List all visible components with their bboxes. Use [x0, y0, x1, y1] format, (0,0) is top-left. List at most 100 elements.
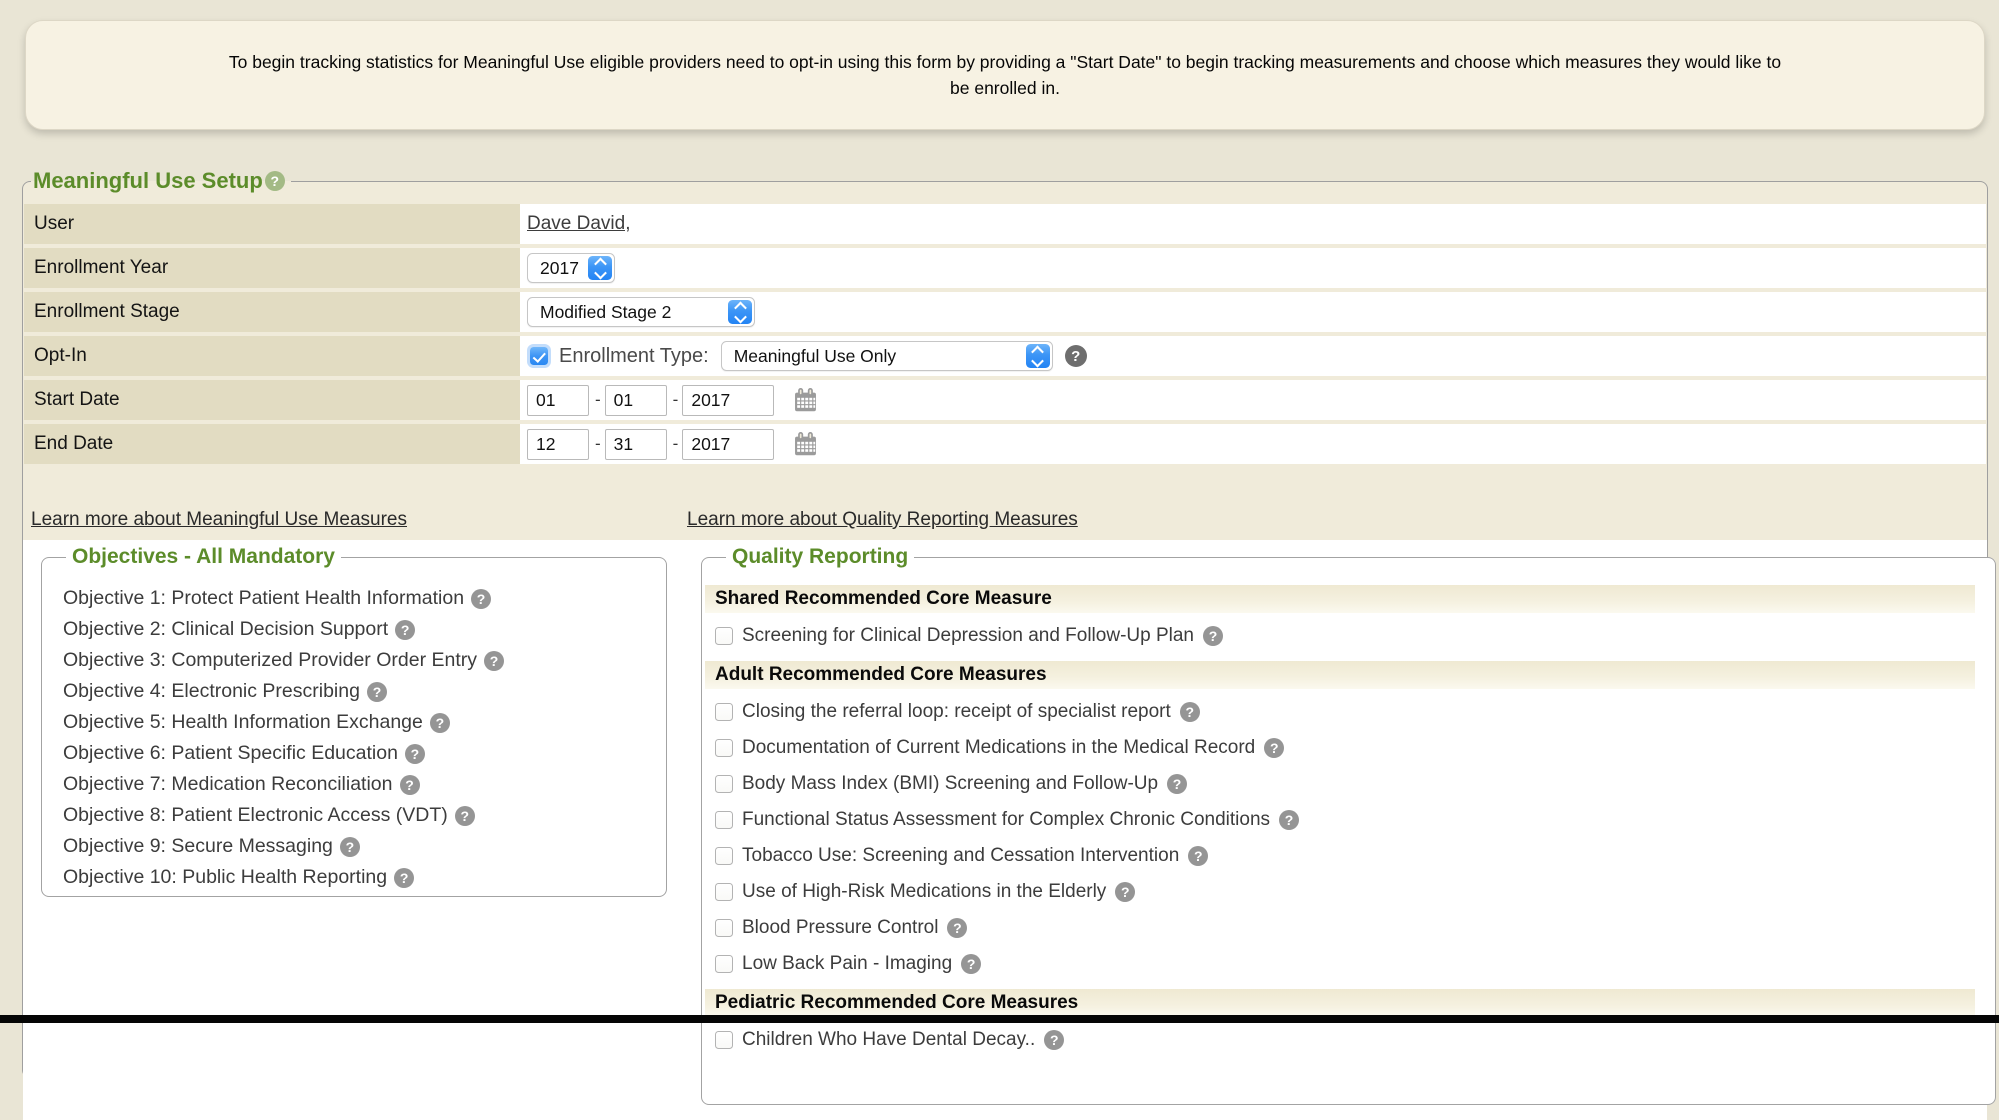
- quality-measure-row: Closing the referral loop: receipt of sp…: [715, 699, 1975, 725]
- quality-legend: Quality Reporting: [726, 545, 914, 569]
- objectives-list: Objective 1: Protect Patient Health Info…: [42, 569, 666, 893]
- calendar-icon[interactable]: [792, 431, 819, 458]
- end-date-label: End Date: [24, 424, 520, 464]
- measure-checkbox[interactable]: [715, 919, 733, 937]
- quality-measure-row: Use of High-Risk Medications in the Elde…: [715, 879, 1975, 905]
- table-row-end-date: End Date - -: [24, 424, 1986, 464]
- setup-legend-text: Meaningful Use Setup: [33, 168, 263, 194]
- start-year-input[interactable]: [682, 385, 774, 416]
- learn-more-row: Learn more about Meaningful Use Measures…: [23, 509, 1987, 535]
- help-icon[interactable]: ?: [455, 806, 475, 826]
- measure-checkbox[interactable]: [715, 703, 733, 721]
- date-separator: -: [595, 434, 601, 454]
- help-icon[interactable]: ?: [961, 954, 981, 974]
- quality-measure-row: Screening for Clinical Depression and Fo…: [715, 623, 1975, 649]
- learn-more-mu-link[interactable]: Learn more about Meaningful Use Measures: [31, 509, 407, 531]
- objective-item: Objective 7: Medication Reconciliation?: [63, 769, 666, 800]
- measure-checkbox[interactable]: [715, 883, 733, 901]
- objectives-legend: Objectives - All Mandatory: [66, 545, 341, 569]
- table-row-start-date: Start Date - -: [24, 380, 1986, 420]
- opt-in-cell: Enrollment Type: Meaningful Use Only ?: [520, 336, 1986, 376]
- quality-measure-row: Documentation of Current Medications in …: [715, 735, 1975, 761]
- help-icon[interactable]: ?: [367, 682, 387, 702]
- help-icon[interactable]: ?: [1264, 738, 1284, 758]
- start-month-input[interactable]: [527, 385, 589, 416]
- help-icon[interactable]: ?: [1065, 345, 1087, 367]
- objective-item: Objective 8: Patient Electronic Access (…: [63, 800, 666, 831]
- help-icon[interactable]: ?: [1167, 774, 1187, 794]
- table-row-enrollment-stage: Enrollment Stage Modified Stage 2: [24, 292, 1986, 332]
- end-year-input[interactable]: [682, 429, 774, 460]
- select-stepper-icon: [728, 300, 752, 324]
- meaningful-use-setup-fieldset: Meaningful Use Setup? User Dave David, E…: [22, 168, 1988, 1078]
- setup-table: User Dave David, Enrollment Year 2017 En…: [24, 204, 1986, 464]
- quality-measure-row: Blood Pressure Control?: [715, 915, 1975, 941]
- end-date-cell: - -: [520, 424, 1986, 464]
- start-day-input[interactable]: [605, 385, 667, 416]
- measure-checkbox[interactable]: [715, 627, 733, 645]
- end-month-input[interactable]: [527, 429, 589, 460]
- objective-item: Objective 3: Computerized Provider Order…: [63, 645, 666, 676]
- table-row-enrollment-year: Enrollment Year 2017: [24, 248, 1986, 288]
- objective-item: Objective 9: Secure Messaging?: [63, 831, 666, 862]
- measure-checkbox[interactable]: [715, 775, 733, 793]
- setup-legend: Meaningful Use Setup?: [31, 168, 291, 194]
- help-icon[interactable]: ?: [395, 620, 415, 640]
- objective-item: Objective 1: Protect Patient Health Info…: [63, 583, 666, 614]
- user-link[interactable]: Dave David,: [527, 213, 631, 235]
- help-icon[interactable]: ?: [1203, 626, 1223, 646]
- enrollment-year-cell: 2017: [520, 248, 1986, 288]
- measure-checkbox[interactable]: [715, 811, 733, 829]
- help-icon[interactable]: ?: [400, 775, 420, 795]
- measure-checkbox[interactable]: [715, 847, 733, 865]
- start-date-label: Start Date: [24, 380, 520, 420]
- help-icon[interactable]: ?: [1180, 702, 1200, 722]
- select-stepper-icon: [588, 256, 612, 280]
- help-icon[interactable]: ?: [947, 918, 967, 938]
- table-row-opt-in: Opt-In Enrollment Type: Meaningful Use O…: [24, 336, 1986, 376]
- window-bottom-edge: [0, 1015, 1999, 1023]
- objective-item: Objective 2: Clinical Decision Support?: [63, 614, 666, 645]
- quality-group-heading: Pediatric Recommended Core Measures: [705, 989, 1975, 1017]
- enrollment-type-select[interactable]: Meaningful Use Only: [721, 341, 1053, 371]
- help-icon[interactable]: ?: [484, 651, 504, 671]
- end-day-input[interactable]: [605, 429, 667, 460]
- quality-measure-row: Functional Status Assessment for Complex…: [715, 807, 1975, 833]
- help-icon[interactable]: ?: [471, 589, 491, 609]
- measure-checkbox[interactable]: [715, 1031, 733, 1049]
- help-icon[interactable]: ?: [265, 171, 285, 191]
- opt-in-label: Opt-In: [24, 336, 520, 376]
- quality-group-heading: Adult Recommended Core Measures: [705, 661, 1975, 689]
- help-icon[interactable]: ?: [1044, 1030, 1064, 1050]
- date-separator: -: [673, 434, 679, 454]
- enrollment-stage-cell: Modified Stage 2: [520, 292, 1986, 332]
- help-icon[interactable]: ?: [340, 837, 360, 857]
- measure-checkbox[interactable]: [715, 955, 733, 973]
- quality-content: Shared Recommended Core Measure Screenin…: [702, 569, 1995, 1053]
- help-icon[interactable]: ?: [1188, 846, 1208, 866]
- help-icon[interactable]: ?: [405, 744, 425, 764]
- quality-measure-row: Body Mass Index (BMI) Screening and Foll…: [715, 771, 1975, 797]
- enrollment-stage-label: Enrollment Stage: [24, 292, 520, 332]
- help-icon[interactable]: ?: [1279, 810, 1299, 830]
- objective-item: Objective 4: Electronic Prescribing?: [63, 676, 666, 707]
- instruction-text: To begin tracking statistics for Meaning…: [225, 49, 1785, 101]
- measure-checkbox[interactable]: [715, 739, 733, 757]
- enrollment-stage-select[interactable]: Modified Stage 2: [527, 297, 755, 327]
- enrollment-stage-selected: Modified Stage 2: [528, 302, 701, 323]
- user-label: User: [24, 204, 520, 244]
- quality-measure-row: Children Who Have Dental Decay..?: [715, 1027, 1975, 1053]
- opt-in-checkbox[interactable]: [530, 347, 548, 365]
- calendar-icon[interactable]: [792, 387, 819, 414]
- enrollment-year-select[interactable]: 2017: [527, 253, 615, 283]
- help-icon[interactable]: ?: [430, 713, 450, 733]
- learn-more-qr-link[interactable]: Learn more about Quality Reporting Measu…: [687, 509, 1078, 531]
- help-icon[interactable]: ?: [394, 868, 414, 888]
- objective-item: Objective 10: Public Health Reporting?: [63, 862, 666, 893]
- help-icon[interactable]: ?: [1115, 882, 1135, 902]
- start-date-cell: - -: [520, 380, 1986, 420]
- enrollment-type-selected: Meaningful Use Only: [722, 346, 926, 367]
- select-stepper-icon: [1026, 344, 1050, 368]
- objective-item: Objective 5: Health Information Exchange…: [63, 707, 666, 738]
- enrollment-year-label: Enrollment Year: [24, 248, 520, 288]
